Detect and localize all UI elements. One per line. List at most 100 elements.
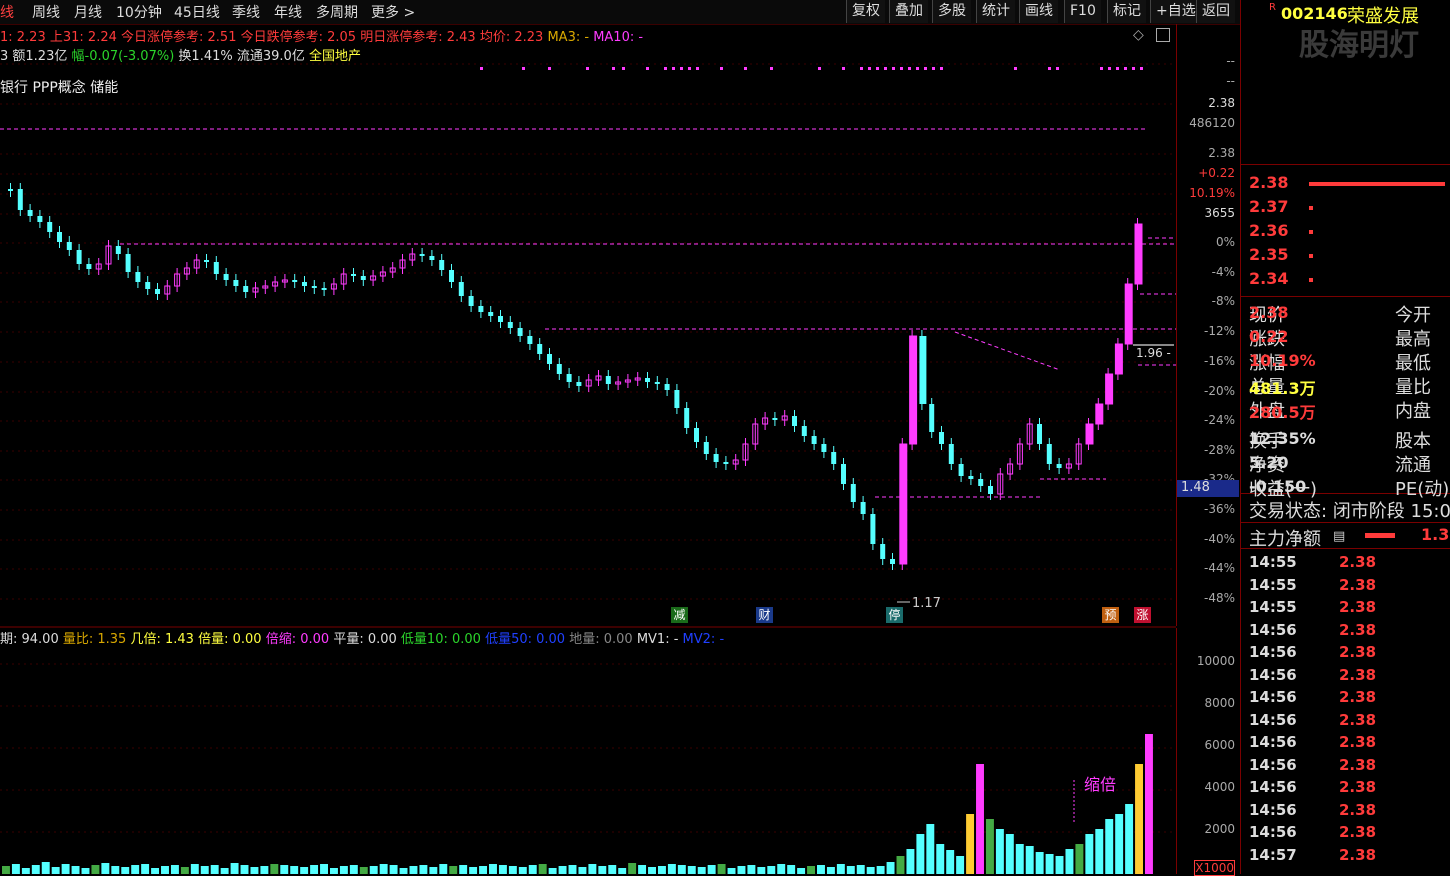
- volume-bar: [1145, 734, 1153, 874]
- volume-bar: [280, 865, 289, 874]
- signal-dot: [696, 67, 699, 70]
- volume-bar: [369, 866, 378, 874]
- candle-body: [458, 282, 464, 296]
- candle-body: [233, 280, 239, 286]
- volume-bar: [926, 824, 935, 874]
- candle-body: [292, 280, 298, 282]
- candle-body: [76, 250, 82, 264]
- candle-body: [8, 189, 13, 191]
- candle-body: [1134, 223, 1143, 285]
- candle-body: [860, 502, 866, 514]
- candle-body: [694, 428, 699, 442]
- depth-price: 2.38: [1249, 173, 1289, 192]
- list-icon[interactable]: ▤: [1333, 529, 1345, 544]
- mark-button[interactable]: 标记: [1107, 0, 1146, 23]
- signal-dot: [924, 67, 927, 70]
- restore-rights-button[interactable]: 复权: [846, 0, 885, 23]
- signal-dot: [842, 67, 845, 70]
- signal-forecast[interactable]: 预: [1102, 607, 1119, 623]
- volume-bar: [518, 867, 527, 874]
- tab-10min[interactable]: 10分钟: [116, 2, 162, 22]
- axis-top-label: 2.38: [1208, 146, 1235, 160]
- volume-bar: [320, 864, 328, 874]
- candle-body: [439, 260, 445, 270]
- tab-multi-period[interactable]: 多周期: [316, 2, 358, 22]
- volume-bar: [767, 866, 776, 874]
- depth-price: 2.35: [1249, 245, 1289, 264]
- candle-body: [801, 426, 807, 436]
- candle-body: [302, 282, 307, 286]
- candle-body: [841, 464, 846, 484]
- volume-bar: [697, 867, 706, 874]
- volume-bar: [479, 866, 488, 874]
- multi-stock-button[interactable]: 多股: [932, 0, 971, 23]
- stat-label-2: 流通: [1395, 455, 1431, 476]
- candle-body: [870, 514, 876, 544]
- tab-45day[interactable]: 45日线: [174, 2, 220, 22]
- tab-monthly[interactable]: 月线: [74, 2, 102, 22]
- tab-daily[interactable]: 线: [0, 2, 14, 22]
- add-watchlist-button[interactable]: +自选: [1150, 0, 1201, 23]
- candle-body: [223, 274, 229, 280]
- signal-dot: [876, 67, 879, 70]
- candle-body: [919, 336, 927, 404]
- signal-dot: [1116, 67, 1119, 70]
- price-axis: -- -- 2.38 486120 2.38 +0.22 10.19% 3655 0% -4% -8…: [1133, 24, 1239, 626]
- axis-pct-label: -8%: [1211, 294, 1235, 308]
- stat-value: 5.20: [1249, 453, 1289, 472]
- volume-bar: [916, 834, 925, 874]
- volume-bar: [1115, 814, 1124, 874]
- back-button[interactable]: 返回: [1196, 0, 1235, 23]
- overlay-button[interactable]: 叠加: [889, 0, 928, 23]
- vol-ratio: 量比: 1.35: [62, 632, 127, 647]
- signal-rise[interactable]: 涨: [1134, 607, 1151, 623]
- tick-price: 2.38: [1339, 755, 1377, 774]
- candle-body: [488, 312, 494, 316]
- volume-bar: [290, 866, 299, 874]
- signal-dot: [868, 67, 871, 70]
- candle-body: [449, 270, 454, 282]
- volume-bar: [568, 865, 577, 874]
- candle-body: [507, 322, 513, 328]
- signal-dot: [586, 67, 589, 70]
- axis-top-label: 2.38: [1208, 96, 1235, 110]
- volume-bar: [2, 866, 10, 874]
- vol-low50: 低量50: 0.00: [485, 632, 566, 647]
- volume-bar: [866, 867, 875, 874]
- candle-body: [684, 408, 690, 428]
- candle-body: [155, 289, 160, 294]
- signal-reduce[interactable]: 减: [671, 607, 688, 623]
- volume-bar: [757, 867, 766, 874]
- f10-button[interactable]: F10: [1064, 0, 1101, 23]
- vol-period: 期: 94.00: [0, 632, 59, 647]
- volume-bar: [459, 865, 468, 874]
- signal-finance[interactable]: 财: [756, 607, 773, 623]
- tab-weekly[interactable]: 周线: [32, 2, 60, 22]
- signal-dot: [892, 67, 895, 70]
- tick-time: 14:56: [1249, 800, 1297, 819]
- tab-yearly[interactable]: 年线: [274, 2, 302, 22]
- candle-body: [978, 479, 984, 486]
- tab-more[interactable]: 更多 >: [371, 2, 415, 22]
- signal-dot: [522, 67, 525, 70]
- axis-pct-label: 0%: [1215, 235, 1235, 249]
- kline-chart[interactable]: 1.17 缩倍: [0, 24, 1176, 874]
- candle-body: [988, 486, 993, 494]
- volume-bar: [608, 865, 617, 874]
- volume-bar: [807, 866, 816, 874]
- candle-body: [547, 354, 552, 364]
- volume-bar: [449, 866, 458, 874]
- statistics-button[interactable]: 统计: [976, 0, 1015, 23]
- tab-quarterly[interactable]: 季线: [232, 2, 260, 22]
- volume-bar: [1075, 844, 1084, 874]
- axis-pct-label: -28%: [1203, 443, 1235, 457]
- signal-dot: [622, 67, 625, 70]
- draw-line-button[interactable]: 画线: [1019, 0, 1058, 23]
- signal-dot: [1048, 67, 1051, 70]
- volume-bar: [528, 865, 537, 874]
- volume-bar: [310, 865, 319, 874]
- signal-halt[interactable]: 停: [886, 607, 903, 623]
- tick-time: 14:56: [1249, 823, 1297, 841]
- candle-body: [498, 316, 503, 322]
- volume-bar: [985, 819, 994, 874]
